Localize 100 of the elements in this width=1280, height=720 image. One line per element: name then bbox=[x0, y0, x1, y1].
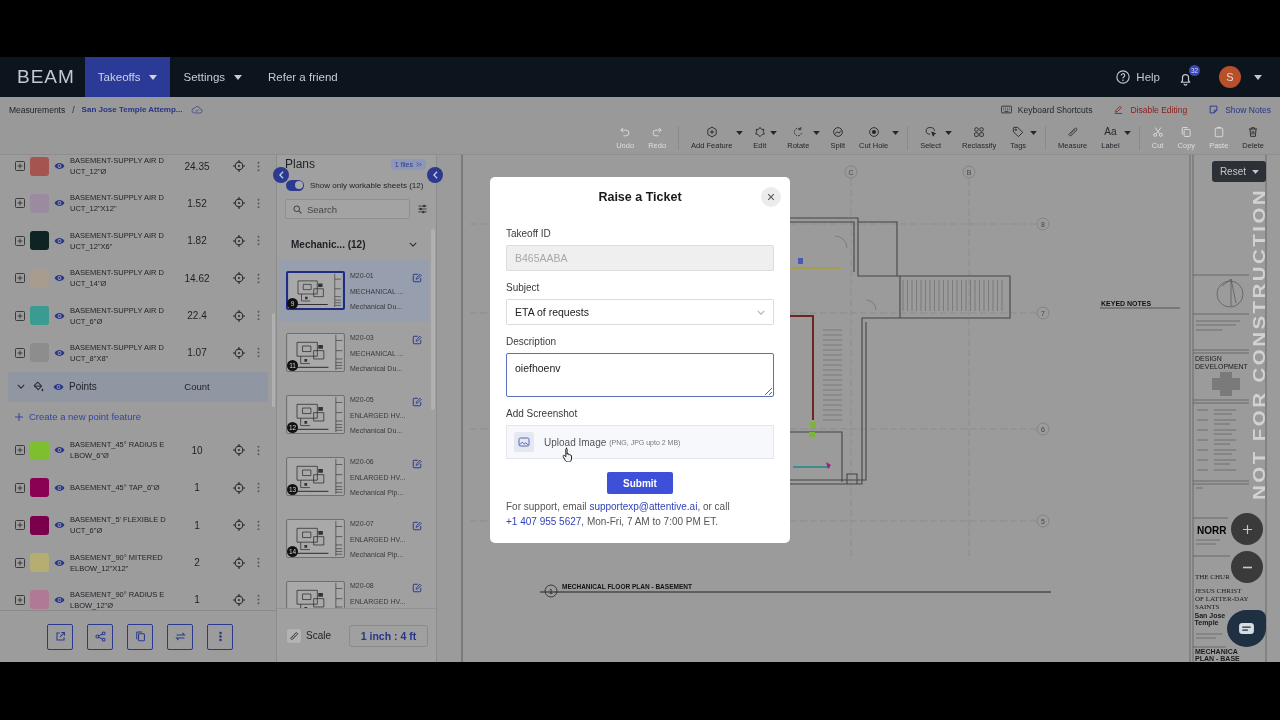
show-notes-button[interactable]: Show Notes bbox=[1208, 104, 1271, 115]
subject-dropdown[interactable]: ETA of requests bbox=[506, 299, 774, 325]
sliders-icon[interactable] bbox=[417, 204, 428, 214]
breadcrumb-link[interactable]: San Jose Temple Attemp... bbox=[81, 105, 183, 114]
crosshair-icon[interactable] bbox=[233, 444, 245, 457]
expand-icon[interactable] bbox=[15, 310, 25, 321]
copy-button[interactable] bbox=[127, 623, 153, 650]
kebab-menu-icon[interactable] bbox=[257, 594, 260, 606]
crosshair-icon[interactable] bbox=[233, 309, 245, 322]
kebab-menu-icon[interactable] bbox=[257, 235, 260, 247]
share-button[interactable] bbox=[87, 623, 113, 650]
edit-icon[interactable] bbox=[412, 273, 422, 283]
feature-value: 1 bbox=[193, 482, 201, 494]
eye-icon[interactable] bbox=[54, 311, 65, 320]
eye-icon[interactable] bbox=[54, 558, 65, 567]
close-button[interactable] bbox=[761, 187, 781, 207]
create-point-feature-link[interactable]: Create a new point feature bbox=[8, 401, 141, 432]
collapse-button[interactable] bbox=[273, 167, 289, 183]
expand-icon[interactable] bbox=[15, 161, 25, 171]
edit-icon[interactable] bbox=[412, 521, 422, 531]
kebab-menu-icon[interactable] bbox=[257, 310, 260, 322]
crosshair-icon[interactable] bbox=[233, 519, 245, 532]
nav-tab[interactable]: Refer a friend bbox=[255, 57, 351, 97]
eye-icon[interactable] bbox=[54, 348, 65, 357]
caret-icon[interactable] bbox=[736, 131, 744, 135]
expand-icon[interactable] bbox=[15, 198, 25, 209]
breadcrumb-link[interactable]: Measurements bbox=[9, 104, 66, 115]
kebab-menu-icon[interactable] bbox=[257, 519, 260, 531]
crosshair-icon[interactable] bbox=[233, 160, 245, 172]
eye-icon[interactable] bbox=[53, 382, 64, 391]
phone-link[interactable]: +1 407 955 5627 bbox=[506, 516, 582, 527]
chat-icon bbox=[1238, 622, 1255, 635]
expand-icon[interactable] bbox=[15, 520, 25, 531]
help-button[interactable]: Help bbox=[1116, 70, 1160, 84]
eye-icon[interactable] bbox=[54, 162, 65, 170]
crosshair-icon[interactable] bbox=[233, 197, 245, 210]
search-field[interactable]: Search bbox=[285, 199, 410, 219]
caret-icon[interactable] bbox=[945, 131, 953, 135]
crosshair-icon[interactable] bbox=[233, 272, 245, 285]
ring-dot-icon bbox=[867, 126, 880, 138]
eye-icon[interactable] bbox=[54, 595, 65, 604]
nav-tab[interactable]: Takeoffs bbox=[84, 57, 171, 97]
scale-button[interactable]: 1 inch : 4 ft bbox=[349, 624, 428, 647]
expand-icon[interactable] bbox=[15, 594, 25, 605]
expand-icon[interactable] bbox=[15, 557, 25, 568]
expand-icon[interactable] bbox=[15, 273, 25, 284]
edit-icon[interactable] bbox=[412, 397, 422, 407]
caret-icon[interactable] bbox=[892, 131, 900, 135]
zoom-in-button[interactable] bbox=[1231, 513, 1263, 545]
chevron-down-icon[interactable] bbox=[409, 242, 417, 247]
eye-icon[interactable] bbox=[54, 483, 65, 492]
caret-icon[interactable] bbox=[1254, 74, 1262, 80]
caret-icon[interactable] bbox=[813, 131, 821, 135]
kebab-menu-icon[interactable] bbox=[257, 160, 260, 172]
sheet-thumbnail bbox=[286, 395, 345, 434]
crosshair-icon[interactable] bbox=[233, 346, 245, 359]
toggle-switch[interactable] bbox=[286, 179, 304, 191]
crosshair-icon[interactable] bbox=[233, 234, 245, 247]
caret-icon[interactable] bbox=[1030, 131, 1038, 135]
zoom-out-button[interactable] bbox=[1231, 551, 1263, 583]
eye-icon[interactable] bbox=[54, 236, 65, 245]
kebab-menu-icon[interactable] bbox=[257, 272, 260, 284]
kebab-menu-icon[interactable] bbox=[257, 444, 260, 456]
expand-icon[interactable] bbox=[15, 445, 25, 456]
description-field[interactable]: oiefhoenv bbox=[506, 353, 774, 397]
swap-button[interactable] bbox=[167, 623, 193, 650]
feature-value: 14.62 bbox=[183, 272, 211, 284]
crosshair-icon[interactable] bbox=[233, 556, 245, 569]
copy-icon bbox=[1180, 126, 1193, 138]
reset-button[interactable]: Reset bbox=[1211, 161, 1266, 182]
more-button[interactable] bbox=[207, 623, 233, 650]
expand-icon[interactable] bbox=[15, 482, 25, 493]
expand-icon[interactable] bbox=[15, 347, 25, 358]
kebab-menu-icon[interactable] bbox=[257, 197, 260, 209]
chat-button[interactable] bbox=[1227, 610, 1266, 647]
disable-editing-button[interactable]: Disable Editing bbox=[1113, 104, 1188, 115]
crosshair-icon[interactable] bbox=[233, 593, 245, 606]
undo-icon bbox=[619, 126, 632, 138]
edit-icon[interactable] bbox=[412, 335, 422, 345]
chevron-down-icon[interactable] bbox=[17, 384, 25, 390]
edit-icon[interactable] bbox=[412, 459, 422, 469]
keyboard-shortcuts-button[interactable]: Keyboard Shortcuts bbox=[1000, 104, 1093, 115]
plus-icon bbox=[1242, 524, 1252, 534]
dialog-title: Raise a Ticket bbox=[598, 190, 682, 204]
caret-icon[interactable] bbox=[1123, 131, 1131, 135]
submit-button[interactable]: Submit bbox=[607, 472, 673, 494]
external-link-button[interactable] bbox=[47, 623, 73, 650]
expand-icon[interactable] bbox=[15, 235, 25, 246]
eye-icon[interactable] bbox=[54, 446, 65, 455]
nav-tab[interactable]: Settings bbox=[170, 57, 256, 97]
user-avatar[interactable]: S bbox=[1219, 66, 1241, 88]
crosshair-icon[interactable] bbox=[233, 481, 245, 494]
edit-icon[interactable] bbox=[412, 583, 422, 593]
eye-icon[interactable] bbox=[54, 199, 65, 208]
caret-icon[interactable] bbox=[770, 131, 778, 135]
kebab-menu-icon[interactable] bbox=[257, 482, 260, 494]
kebab-menu-icon[interactable] bbox=[257, 557, 260, 568]
eye-icon[interactable] bbox=[54, 274, 65, 283]
kebab-menu-icon[interactable] bbox=[257, 347, 260, 359]
eye-icon[interactable] bbox=[54, 521, 65, 530]
